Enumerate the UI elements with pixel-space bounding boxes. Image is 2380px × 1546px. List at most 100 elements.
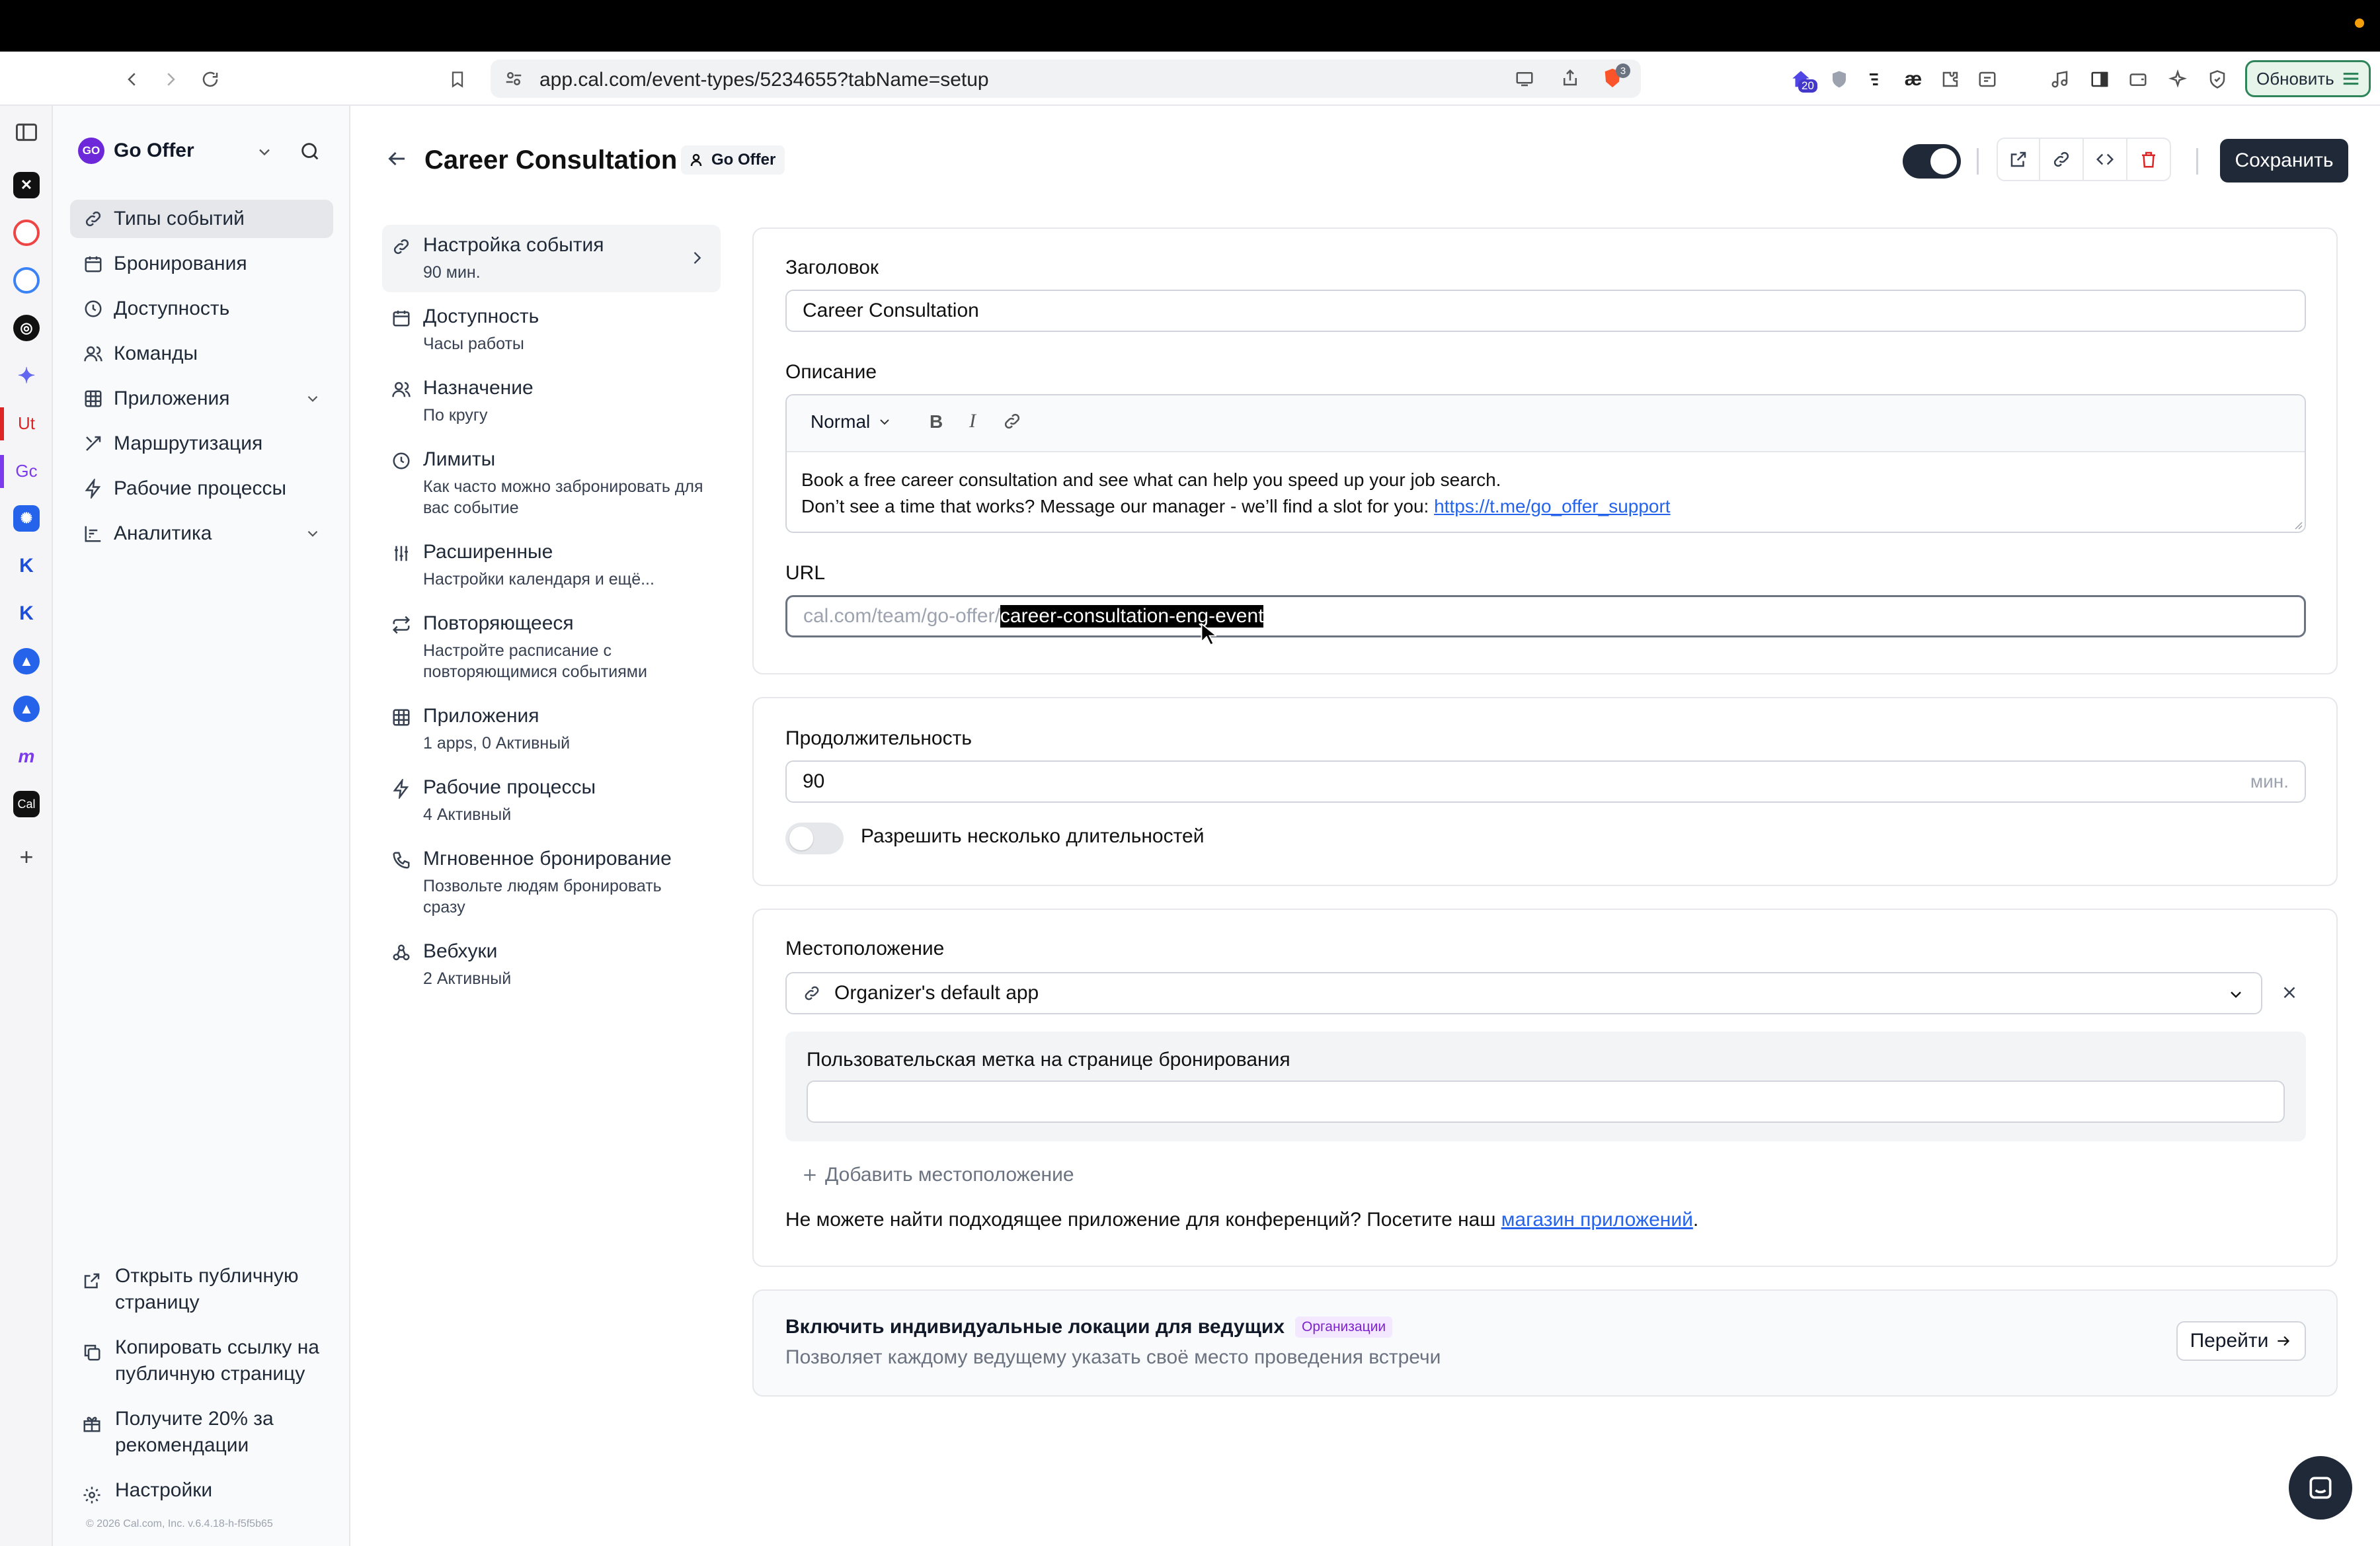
nav-webhooks[interactable]: Вебхуки 2 Активный xyxy=(382,931,721,998)
nav-apps[interactable]: Приложения 1 apps, 0 Активный xyxy=(382,696,721,763)
ae-extension-icon[interactable]: æ xyxy=(1900,66,1926,93)
sidebar-item-workflows[interactable]: Рабочие процессы xyxy=(70,469,333,508)
url-prefix: cal.com/team/go-offer/ xyxy=(803,605,1000,627)
sidebar-item-teams[interactable]: Команды xyxy=(70,335,333,373)
add-location-button[interactable]: Добавить местоположение xyxy=(801,1164,1074,1186)
sidebar-item-apps[interactable]: Приложения xyxy=(70,380,333,418)
app-store-link[interactable]: магазин приложений xyxy=(1501,1209,1693,1231)
copy-public-link[interactable]: Копировать ссылку на публичную страницу xyxy=(70,1334,333,1387)
rail-app-k-icon[interactable]: K xyxy=(13,553,40,579)
url-input[interactable]: cal.com/team/go-offer/ career-consultati… xyxy=(785,595,2306,637)
sidebar-item-bookings[interactable]: Бронирования xyxy=(70,245,333,283)
nav-assignment[interactable]: Назначение По кругу xyxy=(382,368,721,435)
italic-icon[interactable]: I xyxy=(969,410,976,432)
site-settings-icon[interactable] xyxy=(504,69,524,89)
sidebar-item-insights[interactable]: Аналитика xyxy=(70,514,333,553)
nav-limits[interactable]: Лимиты Как часто можно забронировать для… xyxy=(382,439,721,528)
remove-location-icon[interactable] xyxy=(2280,983,2299,1002)
bold-icon[interactable]: B xyxy=(930,411,943,432)
duration-input[interactable]: 90 мин. xyxy=(785,760,2306,803)
multiple-durations-toggle[interactable] xyxy=(785,823,844,854)
extension-home-icon[interactable]: 20 xyxy=(1788,66,1817,93)
rail-app-gemini-icon[interactable]: ✦ xyxy=(13,362,40,389)
delete-button[interactable] xyxy=(2127,138,2171,181)
trash-icon xyxy=(2139,149,2159,169)
rail-sidebar-icon[interactable] xyxy=(13,119,40,145)
rail-app-chrome-icon[interactable] xyxy=(13,267,40,294)
nav-instant-booking[interactable]: Мгновенное бронирование Позвольте людям … xyxy=(382,838,721,927)
search-icon[interactable] xyxy=(299,140,321,163)
reader-extension-icon[interactable] xyxy=(1974,66,2001,93)
link-icon[interactable] xyxy=(1002,411,1022,431)
sidebar-item-settings[interactable]: Настройки xyxy=(70,1477,333,1508)
open-public-page-link[interactable]: Открыть публичную страницу xyxy=(70,1263,333,1316)
ai-sparkle-icon[interactable] xyxy=(2164,66,2191,93)
url-label: URL xyxy=(785,562,826,584)
rail-app-x-icon[interactable]: ✕ xyxy=(13,172,40,198)
rail-app-cal-icon[interactable]: Cal xyxy=(13,791,40,817)
referral-link[interactable]: Получите 20% за рекомендации xyxy=(70,1406,333,1459)
copy-link-button[interactable] xyxy=(2040,138,2084,181)
brave-shield-icon[interactable]: 3 xyxy=(1601,63,1630,91)
bookmark-icon[interactable] xyxy=(444,66,471,93)
translate-extension-icon[interactable] xyxy=(1863,66,1889,93)
chevron-down-icon[interactable] xyxy=(255,143,274,161)
embed-button[interactable] xyxy=(2084,138,2127,181)
nav-recurring[interactable]: Повторяющееся Настройте расписание с пов… xyxy=(382,603,721,692)
puzzle-extension-icon[interactable] xyxy=(1937,66,1964,93)
external-link-icon xyxy=(2008,149,2028,169)
nav-availability[interactable]: Доступность Часы работы xyxy=(382,296,721,364)
rail-add-icon[interactable]: + xyxy=(13,843,40,870)
org-switcher[interactable]: GO Go Offer xyxy=(78,138,194,164)
rail-app-target-icon[interactable] xyxy=(13,220,40,246)
rail-app-gc-icon[interactable]: Gc xyxy=(13,458,40,484)
save-button[interactable]: Сохранить xyxy=(2220,139,2348,183)
url-slug[interactable]: career-consultation-eng-event xyxy=(1000,605,1264,628)
url-text[interactable]: app.cal.com/event-types/5234655?tabName=… xyxy=(539,69,989,91)
preview-button[interactable] xyxy=(1997,138,2040,181)
extension-badge: 20 xyxy=(1798,79,1817,93)
resize-handle-icon[interactable] xyxy=(2293,520,2303,530)
rail-app-k2-icon[interactable]: K xyxy=(13,600,40,627)
music-icon[interactable] xyxy=(2047,66,2073,93)
location-select[interactable]: Organizer's default app xyxy=(785,972,2262,1014)
update-button[interactable]: Обновить xyxy=(2245,60,2371,97)
users-icon xyxy=(82,343,104,365)
forward-icon[interactable] xyxy=(157,66,184,93)
vpn-icon[interactable] xyxy=(2204,66,2231,93)
wallet-icon[interactable] xyxy=(2125,66,2151,93)
sidebar-item-availability[interactable]: Доступность xyxy=(70,290,333,328)
custom-label-input[interactable] xyxy=(807,1080,2285,1123)
share-icon[interactable] xyxy=(1560,67,1580,89)
rail-app-triangle-icon[interactable]: ▲ xyxy=(13,648,40,674)
sidebar-item-event-types[interactable]: Типы событий xyxy=(70,200,333,238)
rail-app-gear-icon[interactable]: ✺ xyxy=(13,505,40,532)
nav-workflows[interactable]: Рабочие процессы 4 Активный xyxy=(382,767,721,834)
description-link[interactable]: https://t.me/go_offer_support xyxy=(1434,496,1670,516)
description-text[interactable]: Book a free career consultation and see … xyxy=(801,467,1671,520)
reload-icon[interactable] xyxy=(197,66,223,93)
rail-app-ut-icon[interactable]: Ut xyxy=(13,410,40,436)
rail-app-m-icon[interactable]: m xyxy=(13,743,40,770)
address-bar[interactable]: app.cal.com/event-types/5234655?tabName=… xyxy=(491,60,1641,98)
nav-event-setup[interactable]: Настройка события 90 мин. xyxy=(382,225,721,292)
divider xyxy=(2196,148,2198,175)
shield-extension-icon[interactable] xyxy=(1826,66,1852,93)
sidebar-toggle-icon[interactable] xyxy=(2086,66,2113,93)
rail-app-triangle2-icon[interactable]: ▲ xyxy=(13,696,40,722)
cast-icon[interactable] xyxy=(1514,69,1535,89)
title-input[interactable]: Career Consultation xyxy=(785,290,2306,332)
format-select[interactable]: Normal xyxy=(811,411,892,432)
calendar-icon xyxy=(391,308,414,331)
back-arrow-icon[interactable] xyxy=(385,147,409,171)
rail-app-chatgpt-icon[interactable]: ◎ xyxy=(13,315,40,341)
sidebar-item-routing[interactable]: Маршрутизация xyxy=(70,425,333,463)
go-button[interactable]: Перейти xyxy=(2176,1321,2306,1361)
hidden-toggle[interactable] xyxy=(1903,144,1961,179)
chat-support-button[interactable] xyxy=(2289,1456,2352,1520)
footer-version: © 2026 Cal.com, Inc. v.6.4.18-h-f5f5b65 xyxy=(86,1518,273,1529)
back-icon[interactable] xyxy=(119,66,145,93)
copy-icon xyxy=(82,1342,104,1365)
nav-advanced[interactable]: Расширенные Настройки календаря и ещё... xyxy=(382,532,721,599)
link-icon xyxy=(803,984,821,1002)
